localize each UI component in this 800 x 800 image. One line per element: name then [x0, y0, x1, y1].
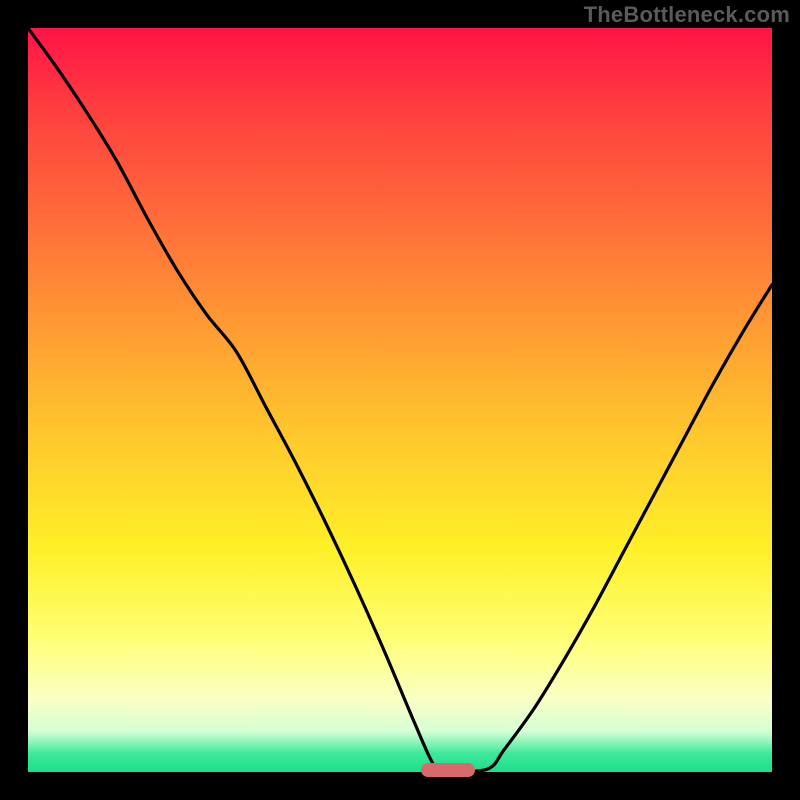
chart-svg [28, 28, 772, 772]
chart-frame: TheBottleneck.com [0, 0, 800, 800]
gradient-background [28, 28, 772, 772]
optimal-range-marker [421, 763, 475, 777]
watermark-text: TheBottleneck.com [584, 2, 790, 28]
plot-area [28, 28, 772, 772]
